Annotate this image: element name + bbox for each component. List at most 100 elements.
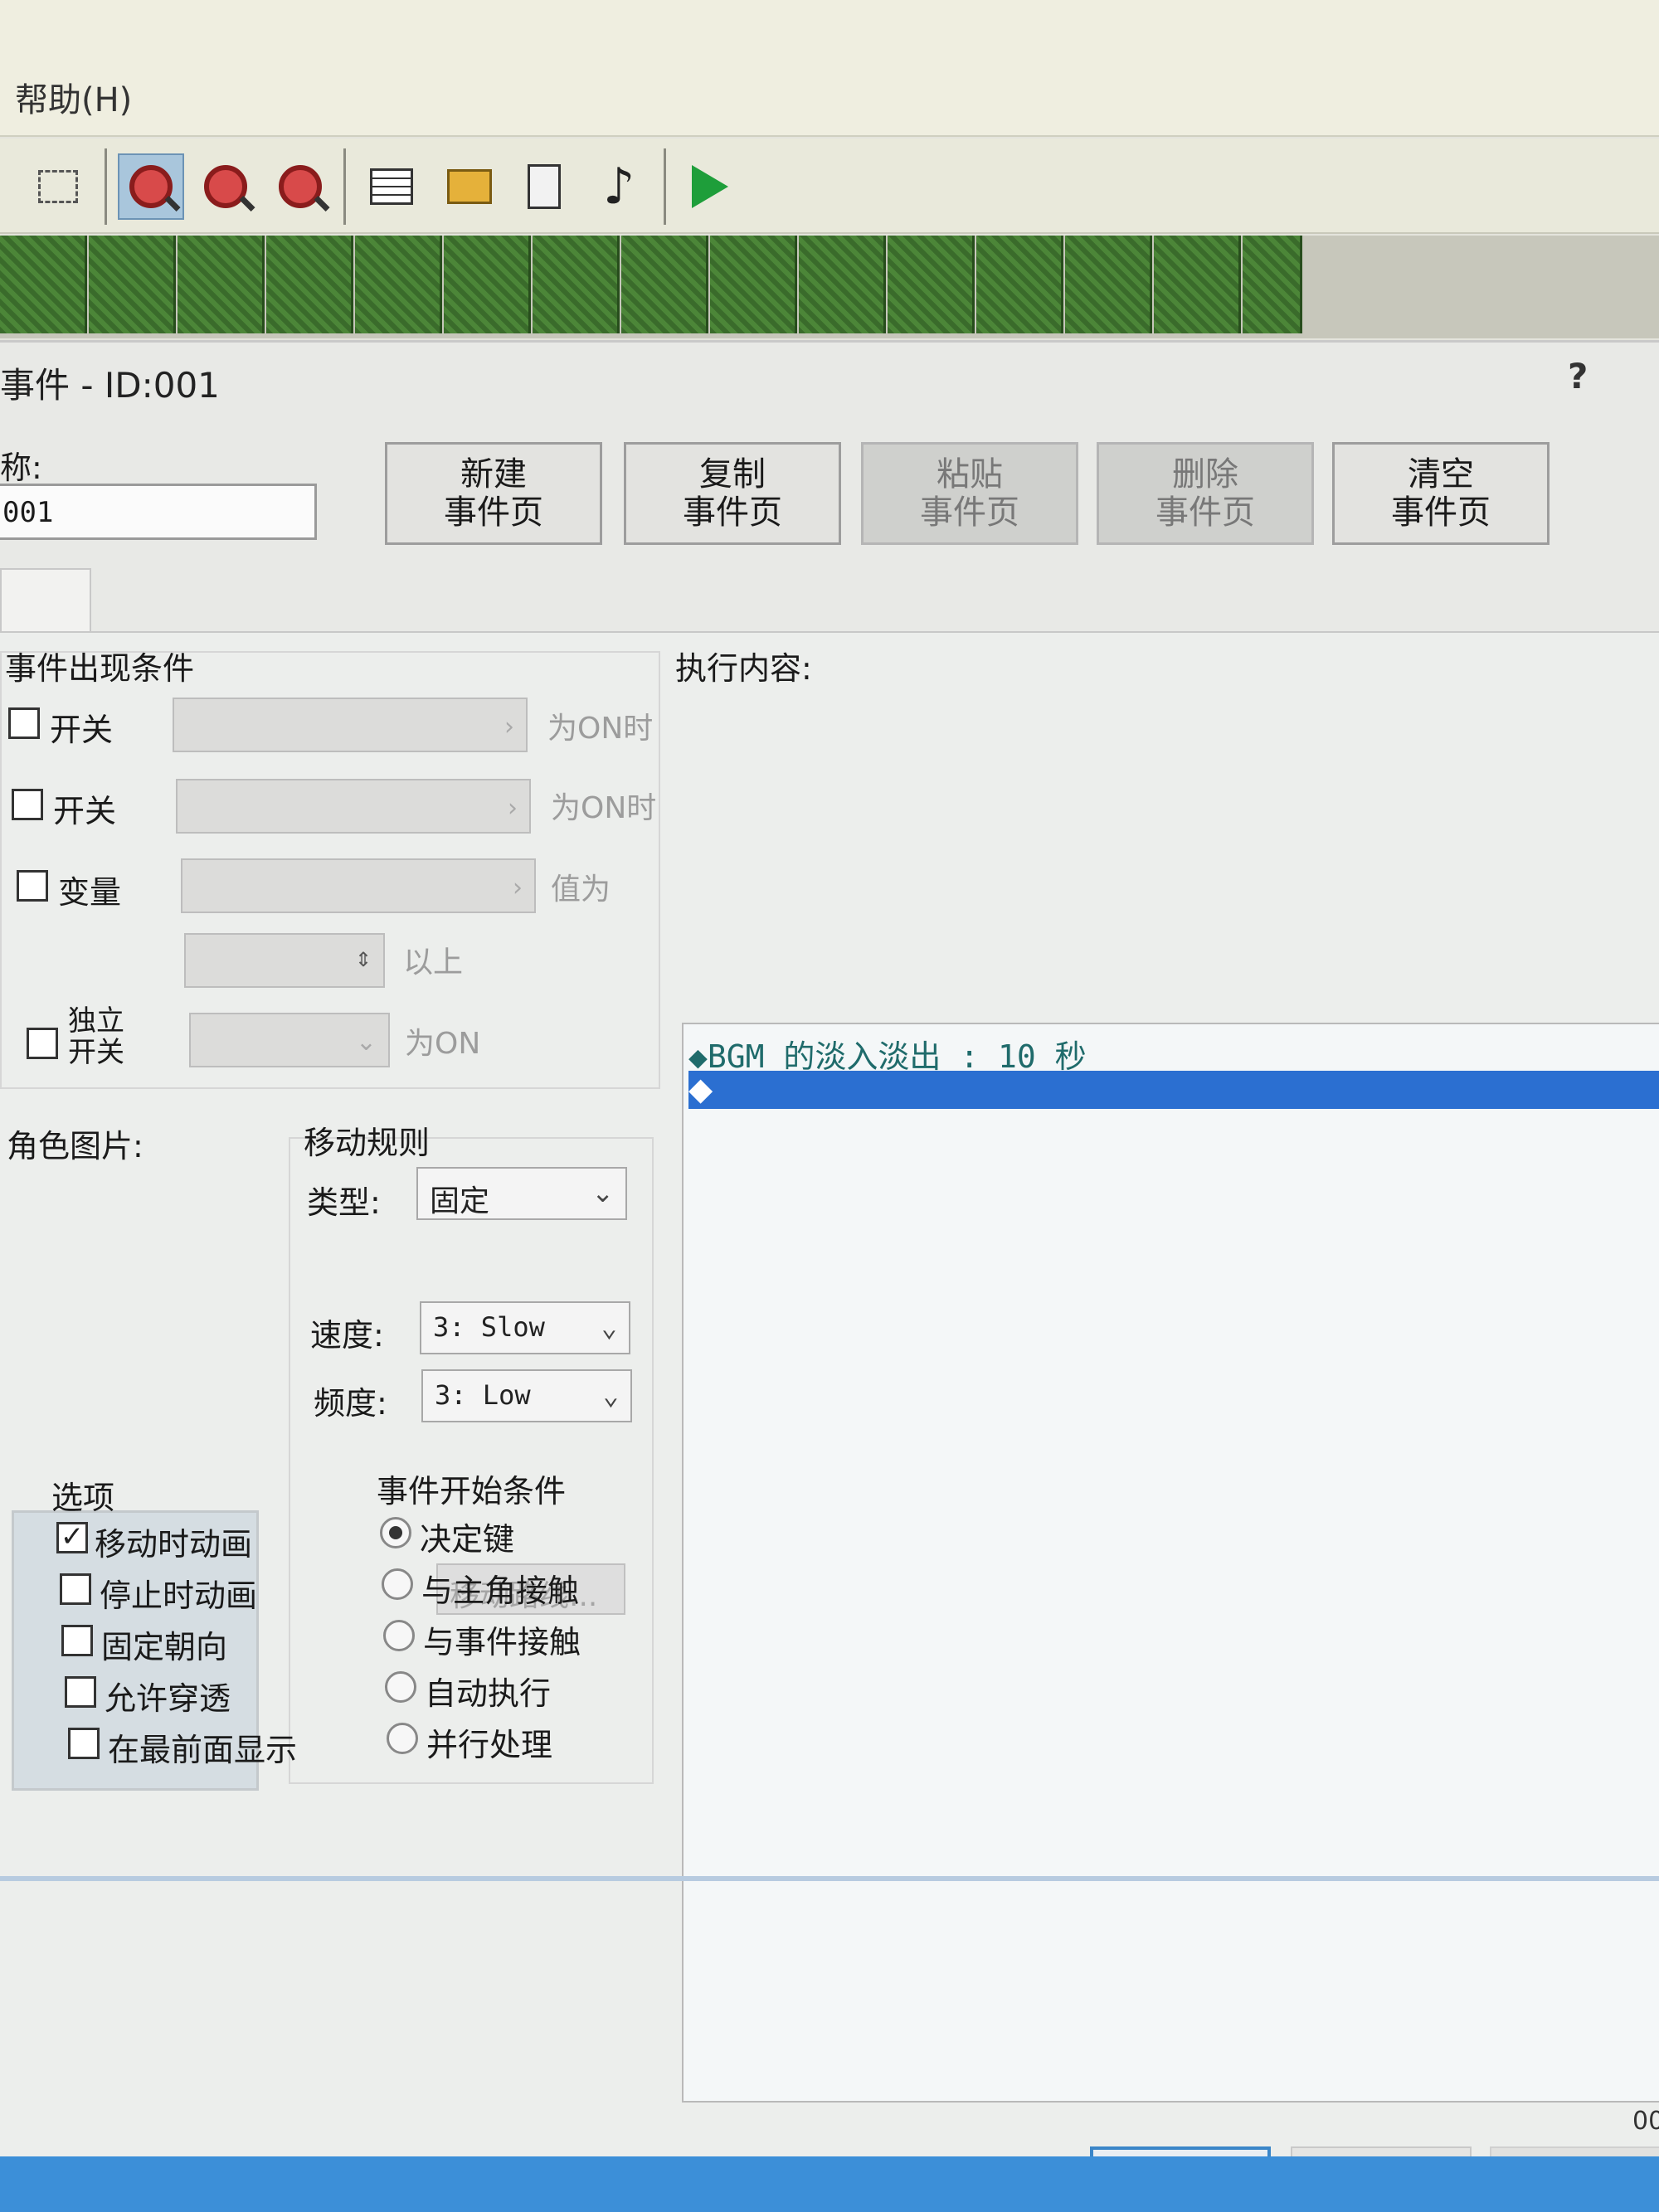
button-label: 粘贴 bbox=[937, 455, 1003, 493]
select-icon[interactable] bbox=[25, 153, 91, 220]
map-tile[interactable] bbox=[533, 236, 620, 333]
variable-value-stepper[interactable]: ⇕ bbox=[184, 933, 385, 988]
zoom-actual-icon[interactable] bbox=[267, 153, 333, 220]
character-image-label: 角色图片: bbox=[7, 1128, 144, 1164]
map-tile-strip bbox=[0, 236, 1659, 338]
option-label: 允许穿透 bbox=[105, 1680, 231, 1717]
variable-checkbox[interactable] bbox=[17, 870, 48, 902]
button-label: 新建 bbox=[460, 455, 527, 493]
taskbar bbox=[0, 2156, 1659, 2212]
event-name-input[interactable]: 001 bbox=[0, 484, 317, 540]
trigger-autorun-radio[interactable] bbox=[385, 1671, 416, 1703]
button-label: 事件页 bbox=[920, 493, 1019, 532]
command-row-selected[interactable]: ◆ bbox=[688, 1071, 1659, 1109]
map-tile[interactable] bbox=[89, 236, 176, 333]
delete-page-button[interactable]: 删除 事件页 bbox=[1097, 442, 1314, 545]
zoom-in-icon[interactable] bbox=[118, 153, 184, 220]
tab-page-1[interactable] bbox=[0, 568, 91, 634]
help-button[interactable]: ? bbox=[1568, 356, 1588, 396]
map-tile[interactable] bbox=[888, 236, 975, 333]
status-text: 00 bbox=[1632, 2107, 1659, 2136]
stepping-anim-checkbox[interactable] bbox=[60, 1573, 91, 1605]
trigger-parallel-radio[interactable] bbox=[387, 1723, 418, 1754]
script-editor-icon[interactable] bbox=[511, 153, 577, 220]
button-label: 事件页 bbox=[1155, 493, 1255, 532]
map-tile[interactable] bbox=[178, 236, 265, 333]
switch2-suffix: 为ON时 bbox=[551, 791, 657, 825]
self-switch-label-1: 独立 bbox=[68, 1004, 124, 1038]
copy-page-button[interactable]: 复制 事件页 bbox=[624, 442, 841, 545]
zoom-out-icon[interactable] bbox=[192, 153, 259, 220]
switch1-label: 开关 bbox=[50, 712, 114, 748]
map-tile[interactable] bbox=[266, 236, 353, 333]
trigger-action-radio[interactable] bbox=[380, 1517, 411, 1548]
event-dialog: 事件 - ID:001 ? 称: 001 新建 事件页 复制 事件页 粘贴 事件… bbox=[0, 340, 1659, 2212]
switch2-label: 开关 bbox=[53, 793, 117, 829]
frequency-label: 频度: bbox=[314, 1385, 387, 1422]
frequency-value: 3: Low bbox=[435, 1379, 531, 1411]
map-tile[interactable] bbox=[444, 236, 531, 333]
variable-suffix: 值为 bbox=[551, 873, 611, 907]
paste-page-button[interactable]: 粘贴 事件页 bbox=[861, 442, 1078, 545]
map-tile[interactable] bbox=[0, 236, 87, 333]
self-switch-select[interactable]: ⌄ bbox=[189, 1013, 390, 1067]
trigger-player-touch-radio[interactable] bbox=[382, 1568, 413, 1600]
map-tile[interactable] bbox=[1243, 236, 1302, 333]
button-label: 事件页 bbox=[444, 493, 543, 532]
variable-select[interactable]: › bbox=[181, 858, 536, 913]
chevron-down-icon: ⌄ bbox=[591, 1177, 614, 1208]
exec-title: 执行内容: bbox=[675, 650, 812, 687]
switch2-checkbox[interactable] bbox=[12, 789, 43, 820]
move-type-value: 固定 bbox=[430, 1184, 490, 1218]
direction-fix-checkbox[interactable] bbox=[61, 1625, 93, 1656]
map-tile[interactable] bbox=[976, 236, 1063, 333]
resource-manager-icon[interactable] bbox=[436, 153, 503, 220]
map-tile[interactable] bbox=[1154, 236, 1241, 333]
switch1-select[interactable]: › bbox=[173, 698, 528, 752]
switch2-select[interactable]: › bbox=[176, 779, 531, 834]
movement-title: 移动规则 bbox=[304, 1125, 431, 1161]
through-checkbox[interactable] bbox=[65, 1676, 96, 1708]
menu-help[interactable]: 帮助(H) bbox=[15, 73, 132, 121]
sound-test-icon[interactable]: ♪ bbox=[586, 153, 652, 220]
command-row[interactable]: ◆BGM 的淡入淡出 : 10 秒 bbox=[688, 1031, 1659, 1075]
switch1-checkbox[interactable] bbox=[8, 707, 40, 739]
trigger-label: 与事件接触 bbox=[423, 1624, 581, 1660]
map-tile[interactable] bbox=[710, 236, 797, 333]
always-on-top-checkbox[interactable] bbox=[68, 1728, 100, 1759]
self-switch-checkbox[interactable] bbox=[27, 1028, 58, 1059]
trigger-event-touch-radio[interactable] bbox=[383, 1620, 415, 1651]
map-tile[interactable] bbox=[799, 236, 886, 333]
variable-label: 变量 bbox=[58, 874, 122, 911]
map-tile[interactable] bbox=[1065, 236, 1152, 333]
playtest-icon[interactable] bbox=[677, 153, 743, 220]
self-switch-suffix: 为ON bbox=[405, 1027, 481, 1061]
option-label: 移动时动画 bbox=[95, 1526, 253, 1563]
button-label: 事件页 bbox=[1391, 493, 1491, 532]
trigger-label: 与主角接触 bbox=[421, 1573, 580, 1609]
trigger-label: 自动执行 bbox=[425, 1675, 552, 1712]
walking-anim-checkbox[interactable]: ✓ bbox=[56, 1522, 88, 1553]
speed-label: 速度: bbox=[310, 1317, 384, 1354]
options-title: 选项 bbox=[51, 1480, 115, 1516]
database-icon[interactable] bbox=[358, 153, 425, 220]
new-page-button[interactable]: 新建 事件页 bbox=[385, 442, 602, 545]
map-tile[interactable] bbox=[621, 236, 708, 333]
trigger-label: 决定键 bbox=[420, 1521, 515, 1558]
clear-page-button[interactable]: 清空 事件页 bbox=[1332, 442, 1550, 545]
chevron-down-icon: ⌄ bbox=[602, 1379, 619, 1411]
dialog-title: 事件 - ID:001 bbox=[0, 365, 220, 406]
self-switch-label-2: 开关 bbox=[68, 1036, 124, 1069]
map-tile[interactable] bbox=[355, 236, 442, 333]
frequency-dropdown[interactable]: 3: Low ⌄ bbox=[421, 1369, 632, 1422]
toolbar: ♪ bbox=[0, 139, 1659, 234]
command-list[interactable]: ◆BGM 的淡入淡出 : 10 秒 ◆ bbox=[682, 1023, 1659, 2103]
move-type-dropdown[interactable]: 固定 ⌄ bbox=[416, 1167, 627, 1220]
speed-value: 3: Slow bbox=[433, 1311, 545, 1343]
type-label: 类型: bbox=[307, 1184, 381, 1221]
speed-dropdown[interactable]: 3: Slow ⌄ bbox=[420, 1301, 630, 1354]
name-label: 称: bbox=[0, 450, 42, 486]
option-label: 在最前面显示 bbox=[108, 1732, 298, 1768]
variable-above: 以上 bbox=[403, 946, 464, 980]
menu-bar: 帮助(H) bbox=[0, 0, 1659, 137]
